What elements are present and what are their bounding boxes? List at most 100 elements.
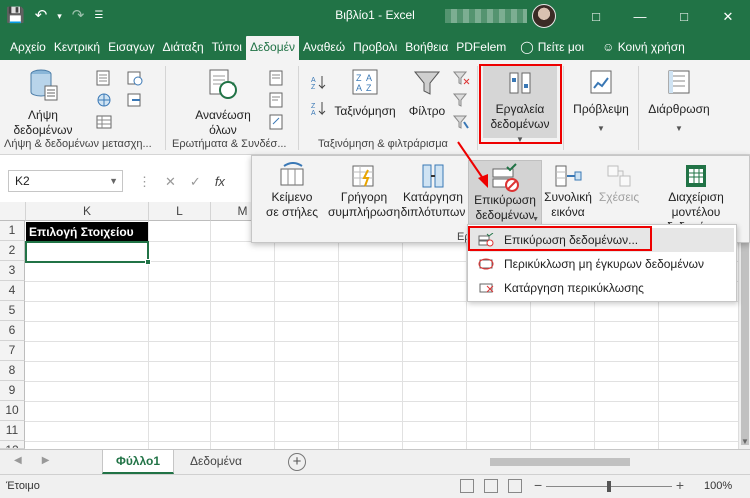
minimize-icon[interactable]: —	[618, 0, 662, 33]
tab-help[interactable]: Βοήθεια	[401, 36, 452, 60]
sheet-prev-icon[interactable]: ◀	[14, 455, 22, 466]
forecast-button[interactable]: Πρόβλεψη ▼	[568, 68, 634, 136]
cancel-icon[interactable]: ✕	[165, 174, 176, 190]
zoom-level[interactable]: 100%	[704, 480, 732, 492]
data-tools-icon	[509, 72, 531, 94]
ribbon-display-icon[interactable]: □	[574, 0, 618, 33]
reapply-icon	[452, 93, 468, 107]
row-header[interactable]: 1	[0, 221, 25, 241]
menu-item-circle-invalid[interactable]: Περικύκλωση μη έγκυρων δεδομένων	[470, 252, 734, 276]
remove-duplicates-button[interactable]: Κατάργηση διπλότυπων	[398, 160, 468, 226]
row-header[interactable]: 4	[0, 281, 25, 301]
sheet-tab-1[interactable]: Φύλλο1	[102, 450, 174, 474]
row-header[interactable]: 7	[0, 341, 25, 361]
data-tools-label: Εργαλεία δεδομένων	[490, 102, 550, 131]
tab-view[interactable]: Προβολι	[349, 36, 401, 60]
grid-line	[210, 221, 211, 451]
row-header[interactable]: 5	[0, 301, 25, 321]
tab-data[interactable]: Δεδομέν	[245, 36, 299, 60]
zoom-knob[interactable]	[607, 481, 611, 492]
share-label: Κοινή χρήση	[617, 40, 685, 54]
row-header[interactable]: 2	[0, 241, 25, 261]
svg-text:Z: Z	[311, 84, 316, 90]
row-header[interactable]: 8	[0, 361, 25, 381]
outline-icon	[668, 70, 690, 94]
menu-item-clear-circles[interactable]: Κατάργηση περικύκλωσης	[470, 276, 734, 300]
text-to-columns-label: Κείμενο σε στήλες	[265, 190, 319, 219]
existing-connections-icon	[127, 93, 141, 107]
text-to-columns-button[interactable]: Κείμενο σε στήλες	[258, 160, 326, 226]
select-all-corner[interactable]	[0, 202, 26, 221]
row-header[interactable]: 9	[0, 381, 25, 401]
sheet-next-icon[interactable]: ▶	[42, 455, 50, 466]
page-layout-icon[interactable]	[484, 479, 498, 493]
name-box[interactable]: K2 ▼	[8, 170, 123, 192]
maximize-icon[interactable]: □	[662, 0, 706, 33]
column-header[interactable]: K	[26, 202, 149, 221]
tab-file[interactable]: Αρχείο	[0, 36, 50, 60]
row-header[interactable]: 10	[0, 401, 25, 421]
manage-data-model-button[interactable]: Διαχείριση μοντέλου δεδομένων	[644, 160, 748, 234]
scroll-down-icon[interactable]: ▼	[739, 437, 750, 449]
svg-text:Z: Z	[356, 73, 362, 83]
flash-fill-button[interactable]: Γρήγορη συμπλήρωση	[328, 160, 400, 226]
sort-label: Ταξινόμηση	[334, 104, 396, 118]
consolidate-label: Συνολική εικόνα	[544, 190, 592, 219]
normal-view-icon[interactable]	[460, 479, 474, 493]
consolidate-icon	[555, 165, 582, 187]
fill-handle[interactable]	[145, 259, 151, 265]
add-sheet-icon[interactable]: +	[288, 453, 306, 471]
zoom-in-icon[interactable]: +	[676, 477, 684, 493]
column-header[interactable]: L	[149, 202, 211, 221]
relationships-button[interactable]: Σχέσεις	[594, 160, 644, 226]
data-tools-button[interactable]: Εργαλεία δεδομένων ▼	[483, 66, 557, 144]
refresh-all-button[interactable]: Ανανέωση όλων	[188, 68, 258, 138]
zoom-out-icon[interactable]: −	[534, 477, 542, 493]
tab-formulas[interactable]: Τύποι	[208, 36, 246, 60]
tab-pdfelement[interactable]: PDFelem	[452, 36, 510, 60]
remove-duplicates-icon	[422, 164, 444, 188]
sheet-tab-bar: ◀ ▶ Φύλλο1 Δεδομένα +	[0, 449, 750, 474]
avatar[interactable]	[532, 4, 556, 28]
tab-insert[interactable]: Εισαγωγ	[104, 36, 158, 60]
grid-line	[338, 221, 339, 451]
data-validation-menu: Επικύρωση δεδομένων... Περικύκλωση μη έγ…	[467, 224, 737, 302]
properties-icon	[269, 92, 283, 108]
flash-fill-label: Γρήγορη συμπλήρωση	[328, 190, 401, 219]
share-button[interactable]: ☺ Κοινή χρήση	[598, 36, 689, 60]
tab-review[interactable]: Αναθεώ	[299, 36, 349, 60]
data-validation-button[interactable]: Επικύρωση δεδομένων ▼	[468, 160, 542, 230]
group-separator	[165, 66, 166, 150]
tab-home[interactable]: Κεντρική	[50, 36, 104, 60]
row-header[interactable]: 3	[0, 261, 25, 281]
close-icon[interactable]: ✕	[706, 0, 750, 33]
row-header[interactable]: 6	[0, 321, 25, 341]
tab-layout[interactable]: Διάταξη	[158, 36, 207, 60]
get-data-button[interactable]: Λήψη δεδομένων	[8, 68, 78, 138]
scroll-thumb[interactable]	[741, 235, 749, 445]
menu-item-label: Κατάργηση περικύκλωσης	[504, 281, 644, 295]
menu-item-data-validation[interactable]: Επικύρωση δεδομένων...	[470, 228, 734, 252]
enter-icon[interactable]: ✓	[190, 174, 201, 190]
scroll-thumb[interactable]	[490, 458, 630, 466]
group-queries-label: Ερωτήματα & Συνδέσ...	[172, 138, 287, 150]
page-break-icon[interactable]	[508, 479, 522, 493]
lightbulb-icon: ◯	[520, 40, 534, 54]
grid-line	[25, 441, 745, 442]
selected-cell-k2[interactable]	[25, 241, 151, 265]
sort-button[interactable]: Z A A Z Ταξινόμηση	[330, 68, 400, 119]
vertical-scrollbar[interactable]: ▲ ▼	[738, 221, 750, 449]
header-cell-k1[interactable]: Επιλογή Στοιχείου	[26, 222, 148, 242]
insert-function-icon[interactable]: fx	[215, 174, 225, 190]
filter-button[interactable]: Φίλτρο	[402, 68, 452, 119]
consolidate-button[interactable]: Συνολική εικόνα	[542, 160, 594, 226]
horizontal-scrollbar[interactable]	[460, 456, 750, 468]
menu-item-label: Επικύρωση δεδομένων...	[504, 233, 639, 247]
tell-me-box[interactable]: ◯ Πείτε μοι	[516, 36, 588, 60]
forecast-label: Πρόβλεψη	[573, 102, 629, 116]
outline-button[interactable]: Διάρθρωση ▼	[643, 68, 715, 136]
row-header[interactable]: 11	[0, 421, 25, 441]
sheet-tab-2[interactable]: Δεδομένα	[176, 450, 256, 474]
zoom-slider[interactable]: − +	[534, 477, 684, 494]
row-header[interactable]: 12	[0, 441, 25, 449]
